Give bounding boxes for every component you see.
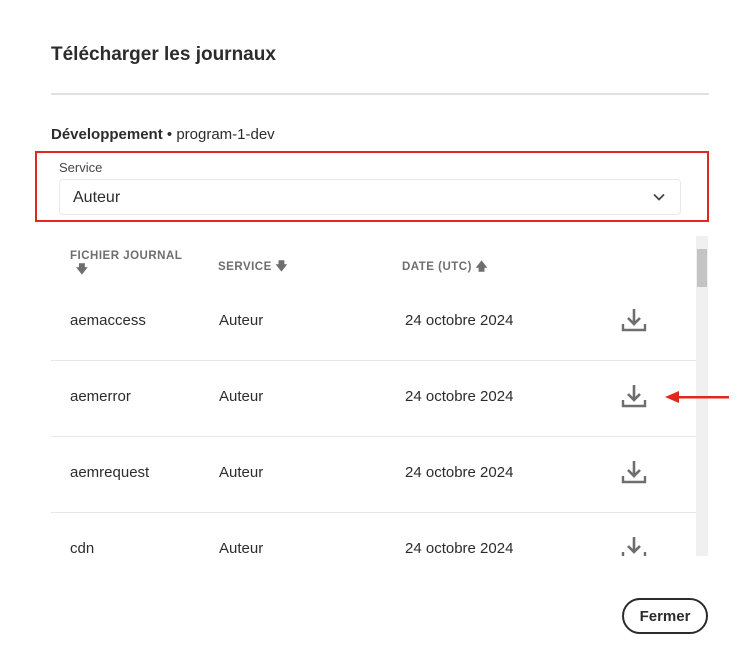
scrollbar-thumb[interactable] [697, 249, 707, 287]
table-row: aemerror Auteur 24 octobre 2024 [51, 360, 696, 437]
program-name: program-1-dev [176, 126, 275, 143]
date-cell: 24 octobre 2024 [405, 540, 514, 556]
chevron-down-icon [653, 193, 665, 201]
table-row: aemaccess Auteur 24 octobre 2024 [51, 284, 696, 361]
file-name: aemerror [70, 388, 131, 405]
close-button[interactable]: Fermer [622, 598, 708, 634]
arrow-down-icon: 🡇 [76, 264, 89, 276]
red-arrow-annotation [665, 391, 729, 403]
date-cell: 24 octobre 2024 [405, 388, 514, 405]
service-select[interactable]: Auteur [59, 179, 681, 215]
column-header-file[interactable]: FICHIER JOURNAL 🡇 [70, 250, 182, 281]
download-icon[interactable] [621, 459, 647, 485]
service-cell: Auteur [219, 540, 264, 556]
download-icon[interactable] [621, 307, 647, 333]
arrow-up-icon: 🡅 [475, 261, 488, 273]
header-label: SERVICE [218, 261, 272, 273]
table-row: aemrequest Auteur 24 octobre 2024 [51, 436, 696, 513]
service-cell: Auteur [219, 388, 264, 405]
service-label: Service [59, 160, 103, 175]
environment-label: Développement • program-1-dev [51, 126, 275, 143]
header-label: FICHIER JOURNAL [70, 250, 183, 262]
arrow-down-icon: 🡇 [275, 261, 288, 273]
logs-table: FICHIER JOURNAL 🡇 SERVICE 🡇 DATE (UTC) 🡅 … [51, 236, 696, 556]
separator: • [166, 126, 173, 143]
date-cell: 24 octobre 2024 [405, 464, 514, 481]
service-cell: Auteur [219, 464, 264, 481]
download-icon[interactable] [621, 383, 647, 409]
table-row: cdn Auteur 24 octobre 2024 [51, 512, 696, 556]
dialog-title: Télécharger les journaux [51, 44, 276, 65]
date-cell: 24 octobre 2024 [405, 312, 514, 329]
service-cell: Auteur [219, 312, 264, 329]
column-header-service[interactable]: SERVICE 🡇 [218, 259, 288, 278]
file-name: aemrequest [70, 464, 150, 481]
file-name: aemaccess [70, 312, 146, 329]
column-header-date[interactable]: DATE (UTC) 🡅 [402, 259, 488, 278]
header-label: DATE (UTC) [402, 261, 472, 273]
service-select-value: Auteur [73, 189, 121, 206]
download-icon[interactable] [621, 535, 647, 556]
environment-name: Développement [51, 126, 163, 143]
divider [51, 93, 709, 95]
file-name: cdn [70, 540, 95, 556]
